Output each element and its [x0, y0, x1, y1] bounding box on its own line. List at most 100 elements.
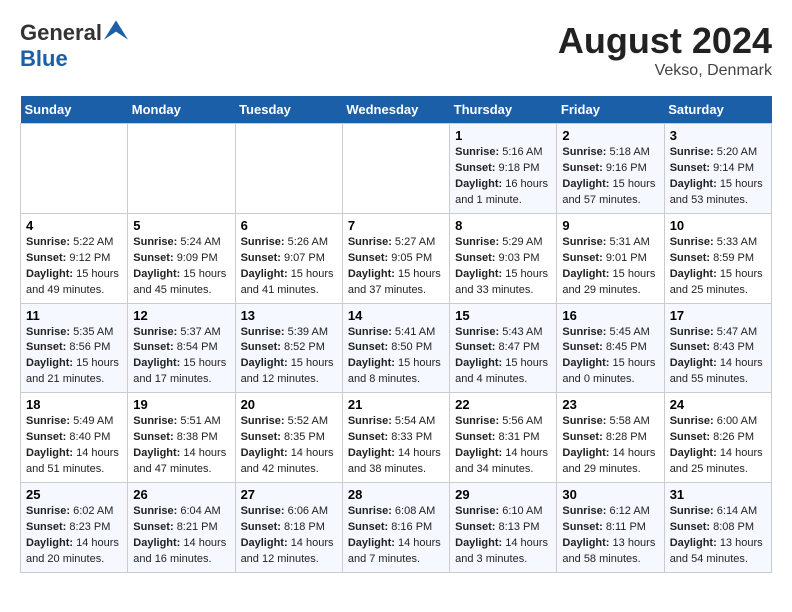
day-number: 1 [455, 128, 551, 143]
day-number: 6 [241, 218, 337, 233]
day-number: 3 [670, 128, 766, 143]
header-day-monday: Monday [128, 96, 235, 124]
calendar-cell: 5Sunrise: 5:24 AMSunset: 9:09 PMDaylight… [128, 213, 235, 303]
calendar-cell: 20Sunrise: 5:52 AMSunset: 8:35 PMDayligh… [235, 393, 342, 483]
day-number: 22 [455, 397, 551, 412]
day-info: Sunrise: 5:20 AMSunset: 9:14 PMDaylight:… [670, 145, 766, 209]
calendar-week-4: 18 Sunrise: 5:49 AMSunset: 8:40 PMDayligh… [21, 393, 772, 483]
day-info: Sunrise: 5:56 AMSunset: 8:31 PMDaylight:… [455, 414, 551, 478]
header-day-saturday: Saturday [664, 96, 771, 124]
calendar-cell: 3 Sunrise: 5:20 AMSunset: 9:14 PMDaylight… [664, 124, 771, 214]
day-number: 21 [348, 397, 444, 412]
day-number: 9 [562, 218, 658, 233]
header-day-tuesday: Tuesday [235, 96, 342, 124]
calendar-cell: 26 Sunrise: 6:04 AMSunset: 8:21 PMDayligh… [128, 483, 235, 573]
calendar-cell: 2 Sunrise: 5:18 AMSunset: 9:16 PMDaylight… [557, 124, 664, 214]
day-number: 31 [670, 487, 766, 502]
day-info: Sunrise: 6:14 AMSunset: 8:08 PMDaylight:… [670, 504, 766, 568]
page-header: General Blue August 2024 Vekso, Denmark [20, 20, 772, 80]
calendar-cell [235, 124, 342, 214]
day-info: Sunrise: 6:04 AMSunset: 8:21 PMDaylight:… [133, 504, 229, 568]
day-number: 4 [26, 218, 122, 233]
day-info: Sunrise: 5:41 AMSunset: 8:50 PMDaylight:… [348, 325, 444, 389]
day-info: Sunrise: 5:18 AMSunset: 9:16 PMDaylight:… [562, 145, 658, 209]
day-info: Sunrise: 5:47 AMSunset: 8:43 PMDaylight:… [670, 325, 766, 389]
page-title: August 2024 [558, 20, 772, 62]
day-info: Sunrise: 6:06 AMSunset: 8:18 PMDaylight:… [241, 504, 337, 568]
day-info: Sunrise: 5:58 AMSunset: 8:28 PMDaylight:… [562, 414, 658, 478]
day-number: 19 [133, 397, 229, 412]
calendar-cell: 15Sunrise: 5:43 AMSunset: 8:47 PMDayligh… [450, 303, 557, 393]
header-day-sunday: Sunday [21, 96, 128, 124]
calendar-cell: 6 Sunrise: 5:26 AMSunset: 9:07 PMDaylight… [235, 213, 342, 303]
day-info: Sunrise: 5:26 AMSunset: 9:07 PMDaylight:… [241, 235, 337, 299]
day-number: 24 [670, 397, 766, 412]
day-info: Sunrise: 6:12 AMSunset: 8:11 PMDaylight:… [562, 504, 658, 568]
calendar-cell: 8 Sunrise: 5:29 AMSunset: 9:03 PMDaylight… [450, 213, 557, 303]
header-day-thursday: Thursday [450, 96, 557, 124]
calendar-cell: 1 Sunrise: 5:16 AMSunset: 9:18 PMDaylight… [450, 124, 557, 214]
calendar-cell: 19Sunrise: 5:51 AMSunset: 8:38 PMDayligh… [128, 393, 235, 483]
calendar-header-row: SundayMondayTuesdayWednesdayThursdayFrid… [21, 96, 772, 124]
logo-bird-icon [104, 20, 128, 40]
header-day-friday: Friday [557, 96, 664, 124]
calendar-cell: 12 Sunrise: 5:37 AMSunset: 8:54 PMDayligh… [128, 303, 235, 393]
calendar-cell: 13 Sunrise: 5:39 AMSunset: 8:52 PMDayligh… [235, 303, 342, 393]
day-info: Sunrise: 5:35 AMSunset: 8:56 PMDaylight:… [26, 325, 122, 389]
header-day-wednesday: Wednesday [342, 96, 449, 124]
day-info: Sunrise: 6:10 AMSunset: 8:13 PMDaylight:… [455, 504, 551, 568]
logo-blue-text: Blue [20, 46, 68, 71]
day-number: 7 [348, 218, 444, 233]
day-info: Sunrise: 5:29 AMSunset: 9:03 PMDaylight:… [455, 235, 551, 299]
calendar-cell: 27 Sunrise: 6:06 AMSunset: 8:18 PMDayligh… [235, 483, 342, 573]
day-number: 29 [455, 487, 551, 502]
calendar-cell: 28 Sunrise: 6:08 AMSunset: 8:16 PMDayligh… [342, 483, 449, 573]
calendar-cell [21, 124, 128, 214]
calendar-cell: 17 Sunrise: 5:47 AMSunset: 8:43 PMDayligh… [664, 303, 771, 393]
calendar-cell: 18 Sunrise: 5:49 AMSunset: 8:40 PMDayligh… [21, 393, 128, 483]
calendar-cell: 25 Sunrise: 6:02 AMSunset: 8:23 PMDayligh… [21, 483, 128, 573]
calendar-cell: 22 Sunrise: 5:56 AMSunset: 8:31 PMDayligh… [450, 393, 557, 483]
day-number: 11 [26, 308, 122, 323]
day-info: Sunrise: 5:39 AMSunset: 8:52 PMDaylight:… [241, 325, 337, 389]
day-number: 25 [26, 487, 122, 502]
day-number: 2 [562, 128, 658, 143]
day-info: Sunrise: 6:00 AMSunset: 8:26 PMDaylight:… [670, 414, 766, 478]
day-number: 16 [562, 308, 658, 323]
day-number: 10 [670, 218, 766, 233]
day-info: Sunrise: 5:45 AMSunset: 8:45 PMDaylight:… [562, 325, 658, 389]
day-number: 27 [241, 487, 337, 502]
day-info: Sunrise: 5:54 AMSunset: 8:33 PMDaylight:… [348, 414, 444, 478]
calendar-cell: 9 Sunrise: 5:31 AMSunset: 9:01 PMDaylight… [557, 213, 664, 303]
day-number: 17 [670, 308, 766, 323]
day-info: Sunrise: 5:37 AMSunset: 8:54 PMDaylight:… [133, 325, 229, 389]
calendar-cell: 31 Sunrise: 6:14 AMSunset: 8:08 PMDayligh… [664, 483, 771, 573]
logo: General Blue [20, 20, 128, 72]
day-number: 12 [133, 308, 229, 323]
day-info: Sunrise: 5:33 AMSunset: 8:59 PMDaylight:… [670, 235, 766, 299]
calendar-cell [128, 124, 235, 214]
day-info: Sunrise: 5:52 AMSunset: 8:35 PMDaylight:… [241, 414, 337, 478]
day-number: 28 [348, 487, 444, 502]
calendar-week-5: 25 Sunrise: 6:02 AMSunset: 8:23 PMDayligh… [21, 483, 772, 573]
calendar-cell: 7Sunrise: 5:27 AMSunset: 9:05 PMDaylight… [342, 213, 449, 303]
day-info: Sunrise: 6:08 AMSunset: 8:16 PMDaylight:… [348, 504, 444, 568]
calendar-cell: 24 Sunrise: 6:00 AMSunset: 8:26 PMDayligh… [664, 393, 771, 483]
day-info: Sunrise: 6:02 AMSunset: 8:23 PMDaylight:… [26, 504, 122, 568]
day-number: 26 [133, 487, 229, 502]
calendar-cell: 29 Sunrise: 6:10 AMSunset: 8:13 PMDayligh… [450, 483, 557, 573]
day-number: 8 [455, 218, 551, 233]
calendar-week-1: 1 Sunrise: 5:16 AMSunset: 9:18 PMDaylight… [21, 124, 772, 214]
calendar-cell: 11 Sunrise: 5:35 AMSunset: 8:56 PMDayligh… [21, 303, 128, 393]
day-info: Sunrise: 5:16 AMSunset: 9:18 PMDaylight:… [455, 145, 551, 209]
day-info: Sunrise: 5:31 AMSunset: 9:01 PMDaylight:… [562, 235, 658, 299]
calendar-cell: 23Sunrise: 5:58 AMSunset: 8:28 PMDayligh… [557, 393, 664, 483]
day-number: 30 [562, 487, 658, 502]
day-number: 18 [26, 397, 122, 412]
day-number: 13 [241, 308, 337, 323]
calendar-table: SundayMondayTuesdayWednesdayThursdayFrid… [20, 96, 772, 573]
day-number: 14 [348, 308, 444, 323]
calendar-cell: 30 Sunrise: 6:12 AMSunset: 8:11 PMDayligh… [557, 483, 664, 573]
day-info: Sunrise: 5:49 AMSunset: 8:40 PMDaylight:… [26, 414, 122, 478]
calendar-cell: 4Sunrise: 5:22 AMSunset: 9:12 PMDaylight… [21, 213, 128, 303]
